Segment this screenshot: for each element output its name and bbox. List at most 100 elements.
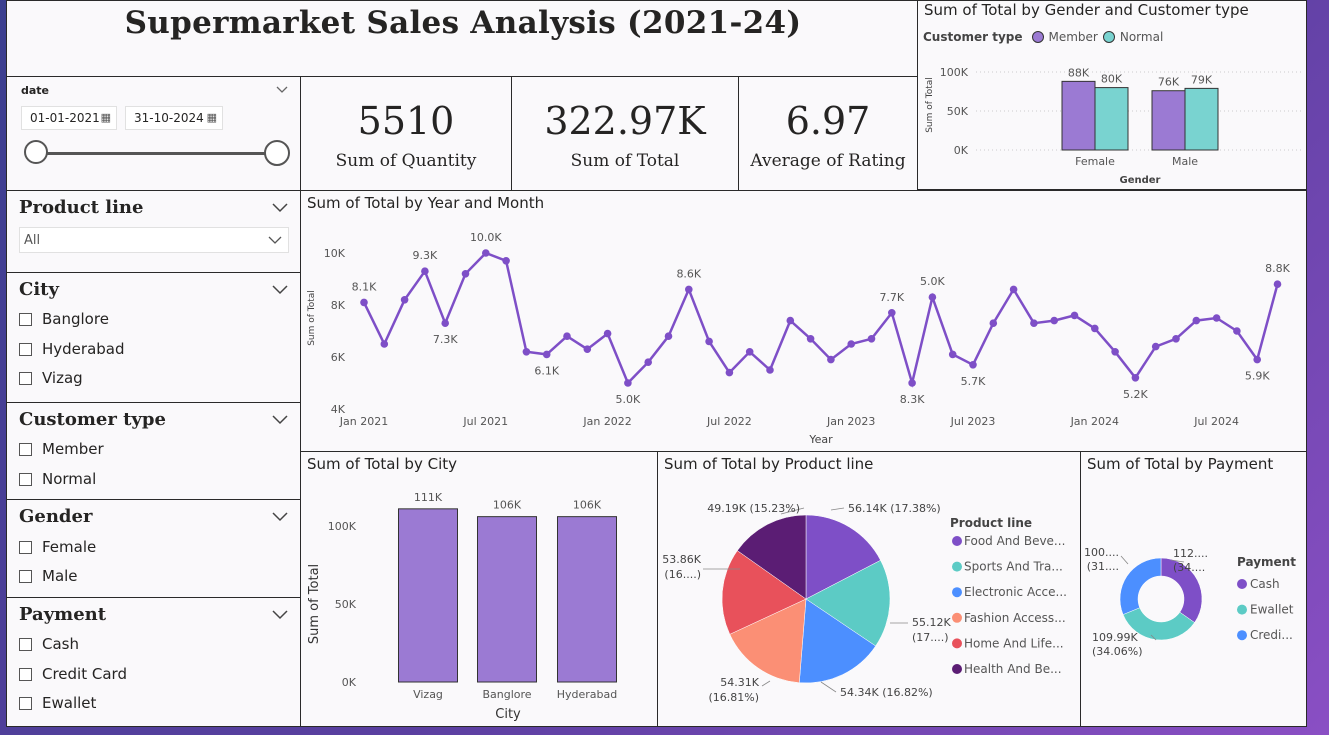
date-start-handle[interactable]: [24, 140, 48, 164]
product-legend-item[interactable]: Electronic Acce...: [964, 585, 1067, 599]
line-point[interactable]: [766, 366, 774, 374]
bar-member-male[interactable]: [1151, 90, 1186, 151]
line-point[interactable]: [948, 350, 957, 359]
payment-legend-item[interactable]: Credi...: [1250, 628, 1293, 642]
city-slicer[interactable]: City Banglore Hyderabad Vizag: [6, 272, 301, 403]
date-end-handle[interactable]: [264, 140, 290, 166]
checkbox[interactable]: [19, 342, 32, 356]
line-point[interactable]: [1151, 342, 1160, 351]
payment-option-credit-card[interactable]: Credit Card: [19, 663, 127, 685]
chevron-down-icon[interactable]: [272, 411, 288, 427]
line-point[interactable]: [1273, 280, 1282, 288]
line-point[interactable]: [1212, 314, 1221, 322]
chevron-down-icon[interactable]: [276, 85, 288, 95]
product-legend-item[interactable]: Fashion Access...: [964, 611, 1066, 625]
gender-slicer[interactable]: Gender Female Male: [6, 499, 301, 598]
line-point[interactable]: [1050, 316, 1058, 325]
line-point[interactable]: [969, 361, 977, 369]
product-line-dropdown[interactable]: All: [19, 227, 289, 253]
line-point[interactable]: [482, 249, 490, 257]
chevron-down-icon[interactable]: [272, 281, 288, 297]
checkbox[interactable]: [19, 442, 32, 456]
calendar-icon[interactable]: ▦: [101, 111, 111, 124]
line-point[interactable]: [989, 319, 998, 327]
line-point[interactable]: [563, 332, 571, 340]
line-point[interactable]: [542, 350, 551, 359]
end-date-input[interactable]: 31-10-2024 ▦: [125, 106, 223, 130]
donut-slice-credit-card[interactable]: [1119, 557, 1162, 615]
city-option-vizag[interactable]: Vizag: [19, 367, 83, 389]
line-point[interactable]: [705, 337, 713, 346]
line-point[interactable]: [380, 340, 389, 348]
line-point[interactable]: [1131, 374, 1140, 382]
checkbox[interactable]: [19, 540, 32, 554]
gender-option-male[interactable]: Male: [19, 565, 78, 587]
gender-chart-panel[interactable]: Sum of Total by Gender and Customer type…: [917, 0, 1307, 190]
line-point[interactable]: [1172, 335, 1180, 343]
line-point[interactable]: [725, 368, 734, 377]
line-point[interactable]: [908, 379, 916, 387]
line-point[interactable]: [867, 335, 876, 343]
product-legend-item[interactable]: Food And Beve...: [964, 534, 1065, 548]
city-option-banglore[interactable]: Banglore: [19, 308, 109, 330]
product-legend-item[interactable]: Home And Life...: [964, 636, 1064, 650]
line-point[interactable]: [847, 340, 855, 348]
bar-city-vizag[interactable]: [398, 508, 458, 683]
line-point[interactable]: [888, 309, 896, 317]
payment-legend-item[interactable]: Ewallet: [1250, 603, 1294, 617]
line-point[interactable]: [1192, 316, 1201, 325]
line-point[interactable]: [685, 285, 693, 294]
line-point[interactable]: [1233, 327, 1241, 335]
line-point[interactable]: [745, 348, 754, 356]
product-chart-panel[interactable]: Sum of Total by Product line 56.14K (17.…: [657, 451, 1081, 727]
chevron-down-icon[interactable]: [272, 199, 288, 215]
checkbox[interactable]: [19, 472, 32, 486]
chevron-down-icon[interactable]: [272, 508, 288, 524]
line-point[interactable]: [827, 355, 835, 364]
line-point[interactable]: [806, 335, 815, 343]
line-chart-panel[interactable]: Sum of Total by Year and Month Sum of To…: [300, 190, 1307, 452]
line-point[interactable]: [1070, 311, 1079, 320]
line-point[interactable]: [502, 257, 510, 265]
line-point[interactable]: [360, 298, 368, 307]
line-point[interactable]: [400, 296, 409, 304]
customer-type-option-member[interactable]: Member: [19, 438, 104, 460]
bar-member-female[interactable]: [1061, 80, 1096, 151]
payment-slicer[interactable]: Payment Cash Credit Card Ewallet: [6, 597, 301, 727]
line-point[interactable]: [1091, 324, 1099, 333]
line-point[interactable]: [624, 379, 632, 387]
calendar-icon[interactable]: ▦: [207, 111, 217, 124]
checkbox[interactable]: [19, 569, 32, 583]
start-date-input[interactable]: 01-01-2021 ▦: [21, 106, 117, 130]
bar-normal-female[interactable]: [1094, 87, 1129, 151]
line-point[interactable]: [1111, 348, 1119, 356]
checkbox[interactable]: [19, 312, 32, 326]
product-legend-item[interactable]: Sports And Tra...: [964, 560, 1063, 574]
city-chart-panel[interactable]: Sum of Total by City Sum of Total 100K 5…: [300, 451, 658, 727]
gender-option-female[interactable]: Female: [19, 536, 96, 558]
checkbox[interactable]: [19, 637, 32, 651]
line-point[interactable]: [583, 345, 592, 353]
product-legend-item[interactable]: Health And Be...: [964, 662, 1062, 676]
product-line-slicer[interactable]: Product line All: [6, 190, 301, 274]
line-point[interactable]: [1009, 285, 1018, 294]
checkbox[interactable]: [19, 667, 32, 681]
payment-option-ewallet[interactable]: Ewallet: [19, 692, 96, 714]
line-point[interactable]: [522, 348, 531, 356]
line-point[interactable]: [664, 332, 673, 340]
city-option-hyderabad[interactable]: Hyderabad: [19, 338, 125, 360]
line-point[interactable]: [421, 267, 429, 275]
checkbox[interactable]: [19, 371, 32, 385]
line-point[interactable]: [786, 316, 795, 325]
date-range-track[interactable]: [37, 152, 278, 155]
line-point[interactable]: [461, 270, 470, 278]
chevron-down-icon[interactable]: [268, 235, 282, 245]
checkbox[interactable]: [19, 696, 32, 710]
bar-city-banglore[interactable]: [477, 516, 537, 683]
line-point[interactable]: [1030, 319, 1038, 327]
bar-normal-male[interactable]: [1184, 87, 1219, 151]
bar-city-hyderabad[interactable]: [557, 516, 617, 683]
payment-option-cash[interactable]: Cash: [19, 633, 79, 655]
customer-type-slicer[interactable]: Customer type Member Normal: [6, 402, 301, 501]
payment-legend-item[interactable]: Cash: [1250, 577, 1280, 591]
